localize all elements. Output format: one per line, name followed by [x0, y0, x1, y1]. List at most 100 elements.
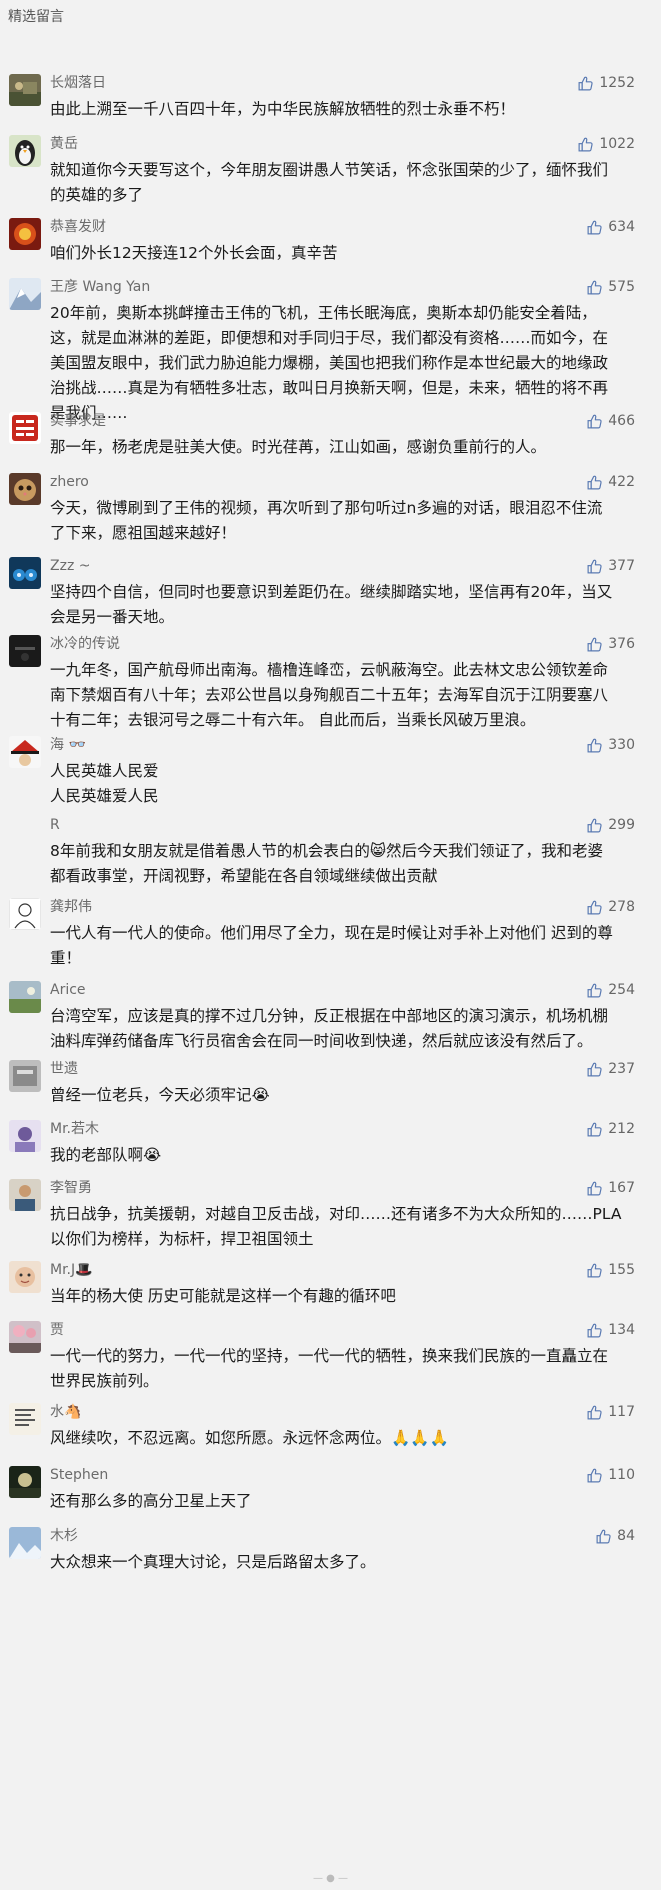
like-button[interactable]: 110: [586, 1462, 635, 1488]
comment-author[interactable]: 水🐴: [50, 1404, 81, 1420]
comment-author[interactable]: 黄岳: [50, 136, 78, 152]
like-button[interactable]: 212: [586, 1116, 635, 1142]
like-button[interactable]: 634: [586, 214, 635, 240]
comment-meta: 贾 134: [50, 1317, 647, 1343]
comment-author[interactable]: 木杉: [50, 1528, 78, 1544]
like-button[interactable]: 376: [586, 631, 635, 657]
avatar[interactable]: [9, 412, 41, 444]
like-button[interactable]: 377: [586, 553, 635, 579]
thumbs-up-icon: [586, 1322, 603, 1339]
comment-text: 台湾空军，应该是真的撑不过几分钟，反正根据在中部地区的演习演示，机场机棚 油料库…: [50, 1007, 609, 1050]
like-button[interactable]: 299: [586, 812, 635, 838]
comment-meta: 实事求是 466: [50, 408, 647, 434]
comment-author[interactable]: 龚邦伟: [50, 899, 92, 915]
like-button[interactable]: 84: [595, 1523, 635, 1549]
comment-author[interactable]: Stephen: [50, 1467, 108, 1483]
like-button[interactable]: 155: [586, 1257, 635, 1283]
like-button[interactable]: 278: [586, 894, 635, 920]
avatar[interactable]: [9, 473, 41, 505]
comment-meta: 李智勇 167: [50, 1175, 647, 1201]
comment-meta: 长烟落日 1252: [50, 70, 647, 96]
avatar[interactable]: [9, 1403, 41, 1435]
like-button[interactable]: 466: [586, 408, 635, 434]
comment-text: 一代人有一代人的使命。他们用尽了全力，现在是时候让对手补上对他们 迟到的尊 重！: [50, 924, 613, 967]
comment-author[interactable]: 实事求是: [50, 413, 106, 429]
avatar[interactable]: [9, 218, 41, 250]
avatar[interactable]: [9, 1060, 41, 1092]
avatar[interactable]: [9, 635, 41, 667]
like-button[interactable]: 330: [586, 732, 635, 758]
comment-item: 实事求是 466 那一年，杨老虎是驻美大使。时光荏苒，江山如画，感谢负重前行的人。: [0, 408, 661, 460]
like-button[interactable]: 1022: [577, 131, 635, 157]
comment-author[interactable]: Zzz ~: [50, 558, 90, 574]
like-count: 212: [608, 1121, 635, 1137]
comment-meta: Arice 254: [50, 977, 647, 1003]
like-button[interactable]: 237: [586, 1056, 635, 1082]
thumbs-up-icon: [586, 1404, 603, 1421]
like-button[interactable]: 1252: [577, 70, 635, 96]
comment-author[interactable]: 王彦 Wang Yan: [50, 279, 150, 295]
avatar[interactable]: [9, 1120, 41, 1152]
comment-meta: 海 👓 330: [50, 732, 647, 758]
avatar[interactable]: [9, 74, 41, 106]
like-button[interactable]: 167: [586, 1175, 635, 1201]
avatar[interactable]: [9, 1179, 41, 1211]
like-button[interactable]: 575: [586, 274, 635, 300]
avatar[interactable]: [9, 278, 41, 310]
comment-item: 李智勇 167 抗日战争，抗美援朝，对越自卫反击战，对印……还有诸多不为大众所知的……: [0, 1175, 661, 1252]
comment-author[interactable]: Mr.J🎩: [50, 1262, 93, 1278]
comment-author[interactable]: 李智勇: [50, 1180, 92, 1196]
thumbs-up-icon: [586, 899, 603, 916]
avatar[interactable]: [9, 557, 41, 589]
comment-meta: 世遗 237: [50, 1056, 647, 1082]
comment-author[interactable]: 冰冷的传说: [50, 636, 120, 652]
avatar[interactable]: [9, 1527, 41, 1559]
comment-meta: 水🐴 117: [50, 1399, 647, 1425]
thumbs-up-icon: [586, 474, 603, 491]
thumbs-up-icon: [586, 982, 603, 999]
comment-meta: 黄岳 1022: [50, 131, 647, 157]
comment-author[interactable]: R: [50, 817, 60, 833]
like-button[interactable]: 422: [586, 469, 635, 495]
like-count: 1022: [599, 136, 635, 152]
like-button[interactable]: 254: [586, 977, 635, 1003]
comment-author[interactable]: Arice: [50, 982, 86, 998]
comment-author[interactable]: 世遗: [50, 1061, 78, 1077]
comment-item: 王彦 Wang Yan 575 20年前，奥斯本挑衅撞击王伟的飞机，王伟长眠海底，奥…: [0, 274, 661, 426]
like-count: 377: [608, 558, 635, 574]
comment-author[interactable]: 恭喜发财: [50, 219, 106, 235]
comment-meta: 恭喜发财 634: [50, 214, 647, 240]
comment-text: 还有那么多的高分卫星上天了: [50, 1492, 252, 1510]
comment-item: Zzz ~ 377 坚持四个自信，但同时也要意识到差距仍在。继续脚踏实地，坚信再有2…: [0, 553, 661, 630]
like-count: 110: [608, 1467, 635, 1483]
like-button[interactable]: 117: [586, 1399, 635, 1425]
comment-author[interactable]: 海 👓: [50, 737, 86, 753]
comment-item: Mr.J🎩 155 当年的杨大使 历史可能就是这样一个有趣的循环吧: [0, 1257, 661, 1309]
comment-author[interactable]: 长烟落日: [50, 75, 106, 91]
avatar[interactable]: [9, 981, 41, 1013]
comment-meta: Stephen 110: [50, 1462, 647, 1488]
avatar[interactable]: [9, 1321, 41, 1353]
avatar[interactable]: [9, 736, 41, 768]
comment-text: 8年前我和女朋友就是借着愚人节的机会表白的😸然后今天我们领证了，我和老婆 都看政…: [50, 842, 604, 885]
avatar[interactable]: [9, 1261, 41, 1293]
comment-item: 木杉 84 大众想来一个真理大讨论，只是后路留太多了。: [0, 1523, 661, 1575]
like-count: 84: [617, 1528, 635, 1544]
comment-item: 世遗 237 曾经一位老兵，今天必须牢记😭: [0, 1056, 661, 1108]
avatar[interactable]: [9, 1466, 41, 1498]
comment-author[interactable]: 贾: [50, 1322, 64, 1338]
comment-text: 我的老部队啊😭: [50, 1146, 162, 1164]
comment-item: Mr.若木 212 我的老部队啊😭: [0, 1116, 661, 1168]
comment-author[interactable]: Mr.若木: [50, 1121, 99, 1137]
like-button[interactable]: 134: [586, 1317, 635, 1343]
comment-text: 风继续吹，不忍远离。如您所愿。永远怀念两位。🙏🙏🙏: [50, 1429, 449, 1447]
comment-item: 恭喜发财 634 咱们外长12天接连12个外长会面，真辛苦: [0, 214, 661, 266]
like-count: 634: [608, 219, 635, 235]
thumbs-up-icon: [586, 1467, 603, 1484]
avatar[interactable]: [9, 898, 41, 930]
avatar[interactable]: [9, 135, 41, 167]
thumbs-up-icon: [577, 75, 594, 92]
comment-author[interactable]: zhero: [50, 474, 89, 490]
comment-text: 由此上溯至一千八百四十年，为中华民族解放牺牲的烈士永垂不朽！: [50, 100, 516, 118]
comment-meta: Mr.若木 212: [50, 1116, 647, 1142]
